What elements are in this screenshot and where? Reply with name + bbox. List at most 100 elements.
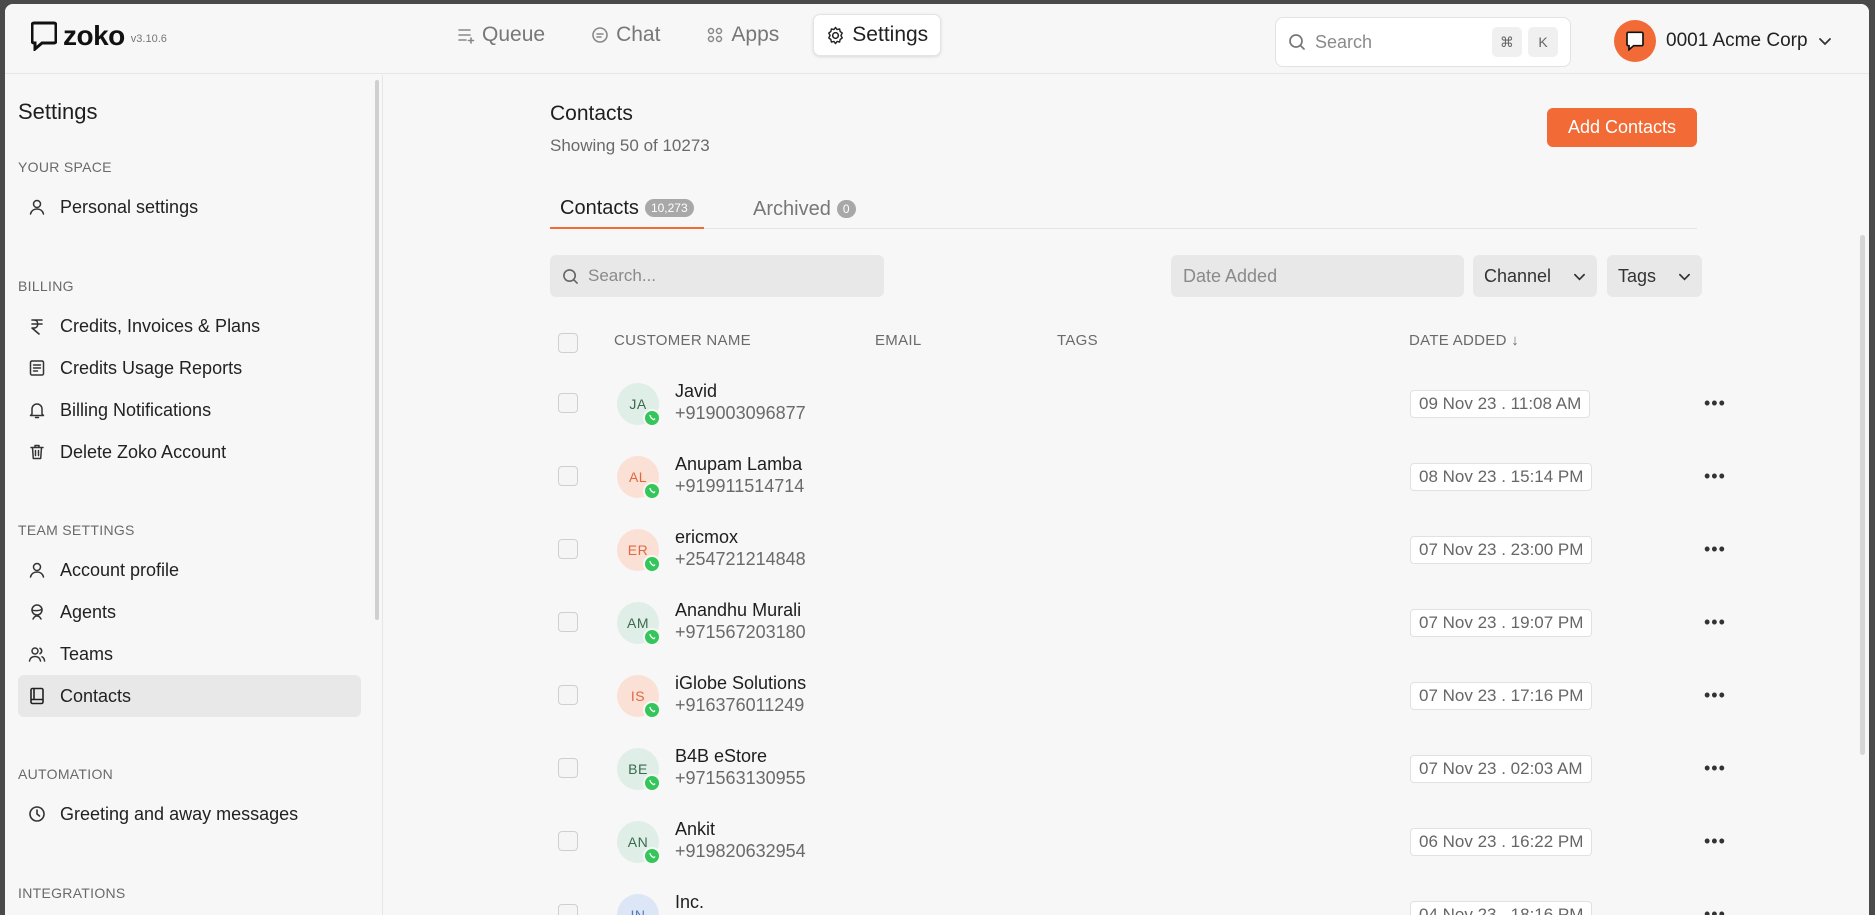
apps-icon	[708, 27, 723, 43]
add-contacts-button[interactable]: Add Contacts	[1547, 108, 1697, 147]
settings-gear-icon	[828, 26, 844, 44]
chevron-down-icon	[1679, 273, 1690, 280]
sidebar-scrollbar[interactable]	[375, 80, 379, 620]
contact-name[interactable]: Ankit	[675, 819, 715, 840]
sidebar-item-personal-settings[interactable]: Personal settings	[18, 186, 361, 228]
contact-phone: +916376011249	[675, 695, 805, 715]
row-checkbox[interactable]	[558, 466, 578, 486]
report-icon	[29, 360, 45, 376]
contact-name[interactable]: iGlobe Solutions	[675, 673, 806, 694]
table-row[interactable]: AN Ankit +919820632954 06 Nov 23 . 16:22…	[385, 805, 1869, 878]
account-avatar	[1614, 20, 1656, 62]
date-added-filter[interactable]: Date Added	[1171, 255, 1464, 297]
table-row[interactable]: JA Javid +919003096877 09 Nov 23 . 11:08…	[385, 367, 1869, 440]
more-options-icon[interactable]: •••	[1704, 466, 1726, 487]
table-row[interactable]: AL Anupam Lamba +919911514714 08 Nov 23 …	[385, 440, 1869, 513]
nav-settings-label: Settings	[852, 23, 929, 46]
contact-initials: AN	[627, 834, 649, 850]
table-row[interactable]: AM Anandhu Murali +971567203180 07 Nov 2…	[385, 586, 1869, 659]
whatsapp-icon	[643, 628, 661, 646]
column-header-tags[interactable]: TAGS	[1057, 332, 1098, 349]
channel-dropdown[interactable]: Channel	[1473, 255, 1597, 297]
date-added-badge: 08 Nov 23 . 15:14 PM	[1410, 463, 1593, 491]
sidebar-item-credits[interactable]: Credits, Invoices & Plans	[18, 305, 361, 347]
column-header-email[interactable]: EMAIL	[875, 332, 922, 349]
channel-dropdown-label: Channel	[1484, 265, 1552, 286]
tags-dropdown-label: Tags	[1618, 265, 1657, 286]
tab-label: Archived	[753, 197, 831, 220]
select-all-checkbox[interactable]	[558, 333, 578, 353]
row-checkbox[interactable]	[558, 685, 578, 705]
table-row[interactable]: IN Inc. 04 Nov 23 . 18:16 PM •••	[385, 878, 1869, 915]
nav-queue-label: Queue	[482, 23, 546, 46]
contact-name[interactable]: B4B eStore	[675, 746, 767, 767]
date-added-badge: 07 Nov 23 . 02:03 AM	[1410, 755, 1592, 783]
column-header-date-added[interactable]: DATE ADDED ↓	[1409, 332, 1519, 349]
more-options-icon[interactable]: •••	[1704, 904, 1726, 915]
date-added-badge: 07 Nov 23 . 23:00 PM	[1410, 536, 1593, 564]
row-checkbox[interactable]	[558, 612, 578, 632]
sidebar-item-label: Account profile	[60, 559, 180, 580]
contact-phone: +971567203180	[675, 622, 806, 642]
table-row[interactable]: BE B4B eStore +971563130955 07 Nov 23 . …	[385, 732, 1869, 805]
row-checkbox[interactable]	[558, 831, 578, 851]
sidebar-item-label: Agents	[60, 601, 117, 622]
settings-sidebar: Settings YOUR SPACE Personal settings BI…	[5, 75, 383, 915]
tags-dropdown[interactable]: Tags	[1607, 255, 1702, 297]
user-icon	[29, 199, 45, 215]
date-added-badge: 07 Nov 23 . 17:16 PM	[1410, 682, 1593, 710]
row-checkbox[interactable]	[558, 393, 578, 413]
contact-name[interactable]: Anupam Lamba	[675, 454, 802, 475]
contact-phone: +919003096877	[675, 403, 806, 423]
nav-settings[interactable]: Settings	[813, 14, 942, 56]
global-search[interactable]: Search ⌘ K	[1275, 17, 1571, 67]
tab-contacts[interactable]: Contacts 10,273	[550, 189, 704, 229]
row-checkbox[interactable]	[558, 539, 578, 559]
more-options-icon[interactable]: •••	[1704, 685, 1726, 706]
tab-label: Contacts	[560, 196, 639, 219]
chevron-down-icon	[1818, 38, 1831, 46]
contact-initials: AL	[628, 469, 648, 485]
sidebar-item-contacts[interactable]: Contacts	[18, 675, 361, 717]
sidebar-item-delete-account[interactable]: Delete Zoko Account	[18, 431, 361, 473]
more-options-icon[interactable]: •••	[1704, 612, 1726, 633]
sidebar-item-billing-notifications[interactable]: Billing Notifications	[18, 389, 361, 431]
nav-queue[interactable]: Queue	[445, 14, 557, 56]
contact-name[interactable]: Javid	[675, 381, 717, 402]
zoko-logo-icon	[31, 21, 57, 51]
tab-archived[interactable]: Archived 0	[753, 189, 856, 229]
nav-chat[interactable]: Chat	[579, 14, 672, 56]
table-row[interactable]: ER ericmox +254721214848 07 Nov 23 . 23:…	[385, 513, 1869, 586]
sidebar-item-greeting[interactable]: Greeting and away messages	[18, 793, 361, 835]
row-checkbox[interactable]	[558, 904, 578, 915]
sidebar-item-label: Greeting and away messages	[60, 803, 299, 824]
more-options-icon[interactable]: •••	[1704, 831, 1726, 852]
contact-name[interactable]: ericmox	[675, 527, 738, 548]
contact-name[interactable]: Inc.	[675, 892, 704, 913]
date-added-badge: 07 Nov 23 . 19:07 PM	[1410, 609, 1593, 637]
search-icon	[1289, 34, 1305, 50]
sidebar-item-teams[interactable]: Teams	[18, 633, 361, 675]
sidebar-item-label: Delete Zoko Account	[60, 441, 227, 462]
table-row[interactable]: IS iGlobe Solutions +916376011249 07 Nov…	[385, 659, 1869, 732]
row-checkbox[interactable]	[558, 758, 578, 778]
contacts-page: Contacts Showing 50 of 10273 Add Contact…	[385, 75, 1869, 915]
nav-apps[interactable]: Apps	[694, 14, 791, 56]
bell-icon	[29, 403, 45, 419]
column-header-customer-name[interactable]: CUSTOMER NAME	[614, 332, 751, 349]
sidebar-item-usage-reports[interactable]: Credits Usage Reports	[18, 347, 361, 389]
more-options-icon[interactable]: •••	[1704, 539, 1726, 560]
account-switcher[interactable]: 0001 Acme Corp	[1614, 20, 1832, 62]
rupee-icon	[31, 319, 43, 335]
shortcut-cmd-key: ⌘	[1492, 27, 1522, 57]
contact-initials: IN	[630, 907, 646, 915]
whatsapp-icon	[643, 409, 661, 427]
sidebar-item-agents[interactable]: Agents	[18, 591, 361, 633]
contact-name[interactable]: Anandhu Murali	[675, 600, 801, 621]
more-options-icon[interactable]: •••	[1704, 758, 1726, 779]
contacts-search-input[interactable]: Search...	[550, 255, 884, 297]
agent-icon	[31, 604, 43, 620]
sidebar-item-account-profile[interactable]: Account profile	[18, 549, 361, 591]
zoko-logo[interactable]: zoko v3.10.6	[31, 20, 167, 52]
more-options-icon[interactable]: •••	[1704, 393, 1726, 414]
